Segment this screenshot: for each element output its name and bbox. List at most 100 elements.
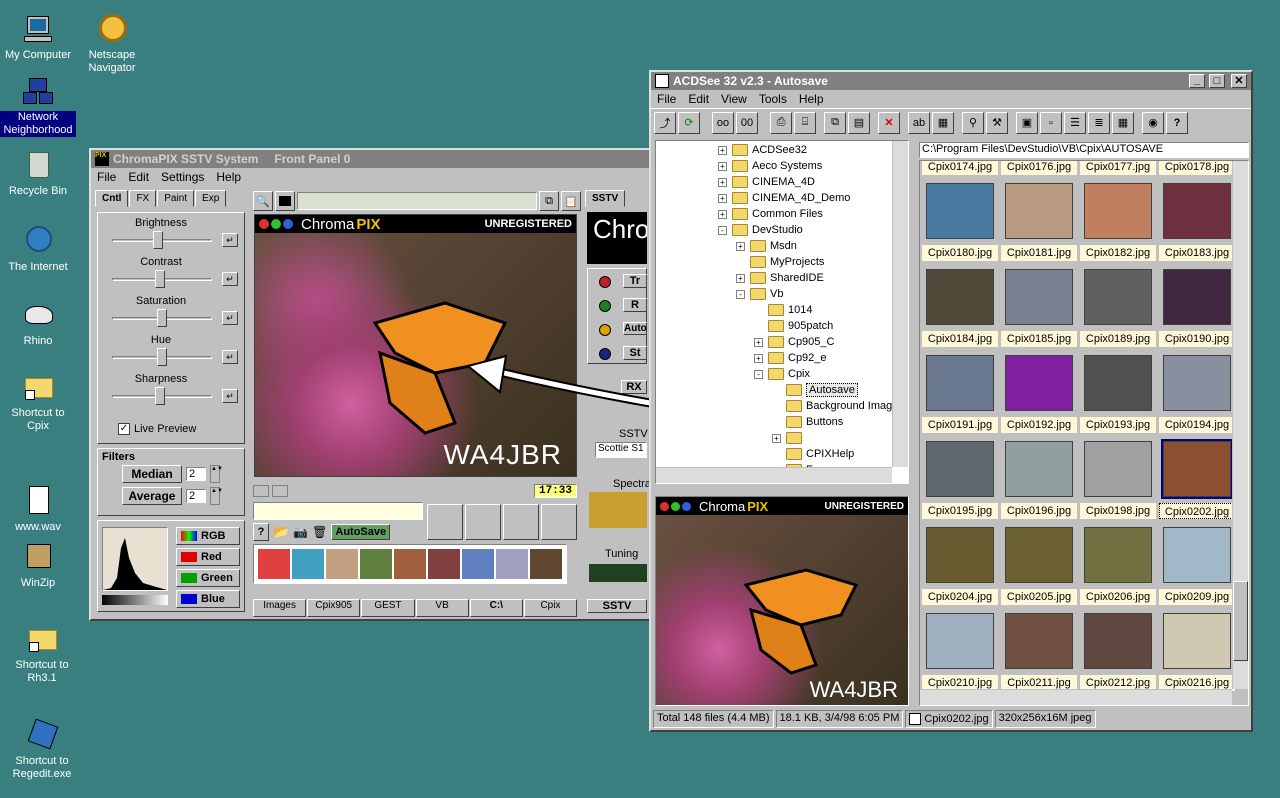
thumb-hscroll[interactable] — [920, 689, 1232, 705]
copy-icon[interactable]: ⧉ — [539, 191, 559, 211]
minimize-button[interactable]: _ — [1189, 74, 1205, 88]
menu-view[interactable]: View — [721, 92, 747, 106]
desktop-icon-recycle-bin[interactable]: Recycle Bin — [0, 150, 76, 198]
strip-thumb[interactable] — [360, 549, 392, 579]
desktop-icon-my-computer[interactable]: My Computer — [0, 14, 76, 62]
black-swatch-button[interactable] — [275, 191, 295, 211]
expand-icon[interactable]: + — [754, 353, 763, 363]
tab-vb[interactable]: VB — [415, 599, 469, 617]
maximize-button[interactable]: □ — [1209, 74, 1225, 88]
help-icon[interactable]: ? — [1166, 111, 1188, 134]
tree-item[interactable]: - Vb — [658, 286, 908, 302]
menu-settings[interactable]: Settings — [161, 170, 204, 184]
slider-knob[interactable] — [157, 348, 167, 366]
slider-track[interactable]: ↵ — [100, 270, 242, 290]
menu-file[interactable]: File — [97, 170, 116, 184]
strip-thumb[interactable] — [258, 549, 290, 579]
thumbnail[interactable]: Cpix0204.jpg — [922, 523, 998, 605]
find-icon[interactable]: ⚲ — [962, 111, 984, 134]
tab-paint[interactable]: Paint — [157, 190, 195, 207]
preview-eye-icon[interactable]: ◉ — [1142, 111, 1164, 134]
tab-cpix[interactable]: Cpix — [523, 599, 578, 617]
thumbnail[interactable]: Cpix0181.jpg — [1001, 179, 1077, 261]
tree-item[interactable]: Buttons — [658, 414, 908, 430]
thumb-vscroll[interactable] — [1232, 161, 1248, 689]
blue-button[interactable]: Blue — [176, 590, 240, 608]
menu-tools[interactable]: Tools — [759, 92, 787, 106]
slider-track[interactable]: ↵ — [100, 231, 242, 251]
menu-file[interactable]: File — [657, 92, 676, 106]
slider-knob[interactable] — [152, 231, 163, 249]
camera-icon[interactable]: 📷 — [293, 525, 308, 539]
thumbnail[interactable]: Cpix0211.jpg — [1001, 609, 1077, 691]
slider-track[interactable]: ↵ — [100, 348, 242, 368]
thumbnail-caption[interactable]: Cpix0177.jpg — [1080, 161, 1156, 175]
expand-icon[interactable]: + — [718, 161, 727, 171]
desktop-icon-network[interactable]: Network Neighborhood — [0, 76, 76, 137]
strip-thumb[interactable] — [530, 549, 562, 579]
slider-track[interactable]: ↵ — [100, 309, 242, 329]
close-button[interactable]: ✕ — [1231, 74, 1247, 88]
expand-icon[interactable]: + — [736, 241, 745, 251]
large-icons-icon[interactable]: ▣ — [1016, 111, 1038, 134]
slider-knob[interactable] — [155, 270, 166, 288]
desktop-icon-internet[interactable]: The Internet — [0, 226, 76, 274]
reset-icon[interactable]: ↵ — [222, 272, 238, 286]
expand-icon[interactable]: + — [754, 337, 763, 347]
sstv-button-3[interactable]: St — [623, 346, 647, 360]
expand-icon[interactable]: + — [736, 273, 745, 283]
paste-icon[interactable]: ▤ — [848, 111, 870, 134]
desktop-icon-www-wav[interactable]: www.wav — [0, 486, 76, 534]
slot-button[interactable] — [465, 504, 501, 540]
rgb-button[interactable]: RGB — [176, 527, 240, 545]
sstv-button-1[interactable]: R — [623, 298, 647, 312]
tree-item[interactable]: + ACDSee32 — [658, 142, 908, 158]
slider-knob[interactable] — [157, 309, 167, 327]
red-button[interactable]: Red — [176, 548, 240, 566]
tab-fx[interactable]: FX — [129, 190, 157, 207]
tree-hscroll[interactable] — [656, 467, 892, 483]
green-button[interactable]: Green — [176, 569, 240, 587]
tree-item[interactable]: + Common Files — [658, 206, 908, 222]
desktop-icon-netscape[interactable]: Netscape Navigator — [74, 14, 150, 75]
thumbnail-caption[interactable]: Cpix0176.jpg — [1001, 161, 1077, 175]
delete-icon[interactable]: ✕ — [878, 111, 900, 134]
menu-help[interactable]: Help — [216, 170, 241, 184]
tree-item[interactable]: - DevStudio — [658, 222, 908, 238]
expand-icon[interactable]: + — [772, 433, 781, 443]
thumbnail[interactable]: Cpix0205.jpg — [1001, 523, 1077, 605]
tools-icon[interactable]: ⚒ — [986, 111, 1008, 134]
average-button[interactable]: Average — [122, 487, 182, 505]
thumbnail[interactable]: Cpix0180.jpg — [922, 179, 998, 261]
properties-icon[interactable]: ▦ — [932, 111, 954, 134]
thumbnail[interactable]: Cpix0185.jpg — [1001, 265, 1077, 347]
tab-sstv[interactable]: SSTV — [585, 190, 626, 207]
tree-item[interactable]: Background Imag — [658, 398, 908, 414]
thumbnail[interactable]: Cpix0206.jpg — [1080, 523, 1156, 605]
list-icon[interactable]: ☰ — [1064, 111, 1086, 134]
open-folder-icon[interactable]: 📂 — [273, 524, 289, 540]
sstv-bottom-tab[interactable]: SSTV — [587, 599, 647, 613]
tree-item[interactable]: + Cp92_e — [658, 350, 908, 366]
median-button[interactable]: Median — [122, 465, 182, 483]
expand-icon[interactable]: + — [718, 145, 727, 155]
menu-edit[interactable]: Edit — [688, 92, 709, 106]
thumbnail-caption[interactable]: Cpix0174.jpg — [922, 161, 998, 175]
details-icon[interactable]: ≣ — [1088, 111, 1110, 134]
thumbnail[interactable]: Cpix0212.jpg — [1080, 609, 1156, 691]
vscroll-thumb[interactable] — [1233, 581, 1248, 661]
desktop-icon-shortcut-cpix[interactable]: Shortcut to Cpix — [0, 372, 76, 433]
tree-item[interactable]: + Cp905_C — [658, 334, 908, 350]
menu-help[interactable]: Help — [799, 92, 824, 106]
menu-edit[interactable]: Edit — [128, 170, 149, 184]
thumbnail[interactable]: Cpix0184.jpg — [922, 265, 998, 347]
tab-c-drive[interactable]: C:\ — [469, 599, 523, 617]
thumbnail[interactable]: Cpix0189.jpg — [1080, 265, 1156, 347]
tree-vscroll[interactable] — [892, 141, 908, 467]
tree-item[interactable]: 1014 — [658, 302, 908, 318]
thumbnail-caption[interactable]: Cpix0178.jpg — [1159, 161, 1235, 175]
median-spinner[interactable]: ▲▼ — [210, 465, 223, 483]
slot-button[interactable] — [541, 504, 577, 540]
thumbnail[interactable]: Cpix0209.jpg — [1159, 523, 1235, 605]
thumbnail[interactable]: Cpix0183.jpg — [1159, 179, 1235, 261]
